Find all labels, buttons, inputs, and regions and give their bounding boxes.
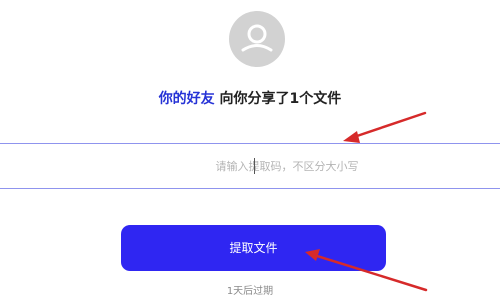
extract-code-field — [0, 143, 500, 189]
expiry-notice: 1天后过期 — [226, 286, 274, 297]
extract-file-button[interactable]: 提取文件 — [121, 225, 386, 271]
sender-name: 你的好友 — [158, 91, 215, 107]
text-cursor — [254, 158, 255, 174]
extract-code-input[interactable] — [0, 144, 500, 188]
share-title: 你的好友 向你分享了1个文件 — [0, 90, 500, 108]
sharer-avatar — [229, 11, 285, 67]
share-message: 向你分享了1个文件 — [214, 91, 342, 107]
user-silhouette-icon — [241, 24, 273, 52]
